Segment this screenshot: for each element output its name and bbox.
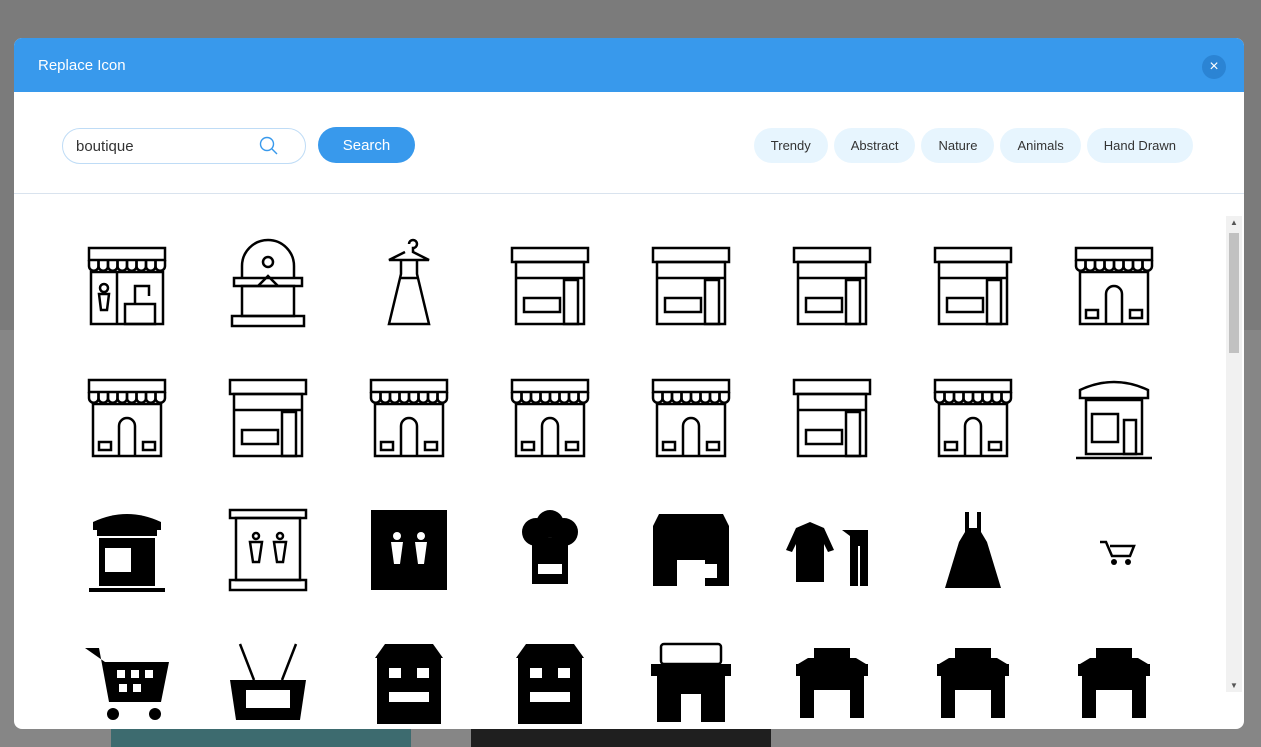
icon-option[interactable] <box>761 484 902 616</box>
scrollbar-thumb[interactable] <box>1229 233 1239 353</box>
market-stall-solid-icon <box>936 648 1009 718</box>
search-button[interactable]: Search <box>318 127 415 163</box>
icon-option[interactable] <box>197 352 338 484</box>
icon-option[interactable] <box>902 484 1043 616</box>
boutique-lamps-outline-icon <box>1075 380 1152 460</box>
store-solid-icon <box>652 514 729 586</box>
category-chips: Trendy Abstract Nature Animals Hand Draw… <box>753 128 1193 163</box>
kiosk-outline-icon <box>230 238 305 328</box>
cart-small-solid-icon <box>1099 540 1136 565</box>
icon-option[interactable] <box>338 484 479 616</box>
search-icon[interactable] <box>259 136 279 156</box>
boutique-lamps-solid-icon <box>88 514 165 592</box>
icon-option[interactable] <box>1043 220 1184 352</box>
dress-on-hanger-outline-icon <box>386 238 431 326</box>
store-front-outline-icon <box>510 246 589 326</box>
icon-option[interactable] <box>1043 352 1184 484</box>
store-awning-outline-icon <box>1074 246 1153 326</box>
search-toolbar: Search Trendy Abstract Nature Animals Ha… <box>14 92 1244 194</box>
icon-option[interactable] <box>620 616 761 729</box>
store-awning-outline-icon <box>933 378 1012 458</box>
icon-option[interactable] <box>56 220 197 352</box>
icon-option[interactable] <box>620 352 761 484</box>
icon-option[interactable] <box>902 616 1043 729</box>
icon-option[interactable] <box>338 352 479 484</box>
icon-option[interactable] <box>197 220 338 352</box>
icon-option[interactable] <box>1043 484 1184 616</box>
icon-option[interactable] <box>1043 616 1184 729</box>
mannequin-showcase-outline-icon <box>228 508 307 592</box>
icon-option[interactable] <box>56 616 197 729</box>
close-button[interactable]: × <box>1202 55 1226 79</box>
scrollbar[interactable]: ▲ ▼ <box>1226 216 1242 692</box>
icon-option[interactable] <box>479 616 620 729</box>
icon-option[interactable] <box>761 616 902 729</box>
boutique-store-outline-icon <box>87 246 166 326</box>
store-front-outline-icon <box>792 378 871 458</box>
shopping-cart-solid-icon <box>84 648 169 720</box>
chip-trendy[interactable]: Trendy <box>753 128 828 163</box>
store-sign-solid-icon <box>650 642 731 722</box>
chip-nature[interactable]: Nature <box>921 128 995 163</box>
building-solid-icon <box>515 644 584 724</box>
shopping-basket-solid-icon <box>229 643 306 720</box>
icon-option[interactable] <box>56 352 197 484</box>
icon-option[interactable] <box>620 484 761 616</box>
store-awning-outline-icon <box>87 378 166 458</box>
icon-option[interactable] <box>338 220 479 352</box>
icon-option[interactable] <box>902 220 1043 352</box>
store-awning-outline-icon <box>510 378 589 458</box>
store-awning-outline-icon <box>369 378 448 458</box>
icon-option[interactable] <box>620 220 761 352</box>
chef-hat-solid-icon <box>521 510 578 584</box>
icon-option[interactable] <box>197 484 338 616</box>
dialog-title: Replace Icon <box>38 57 126 74</box>
icon-option[interactable] <box>902 352 1043 484</box>
market-stall-solid-icon <box>1077 648 1150 718</box>
market-stall-solid-icon <box>795 648 868 718</box>
chip-abstract[interactable]: Abstract <box>833 128 916 163</box>
icon-option[interactable] <box>197 616 338 729</box>
store-front-outline-icon <box>792 246 871 326</box>
scroll-up-icon[interactable]: ▲ <box>1230 218 1238 227</box>
icon-grid <box>56 220 1216 729</box>
replace-icon-dialog: Replace Icon × Search Trendy Abstract Na… <box>14 38 1244 729</box>
chip-animals[interactable]: Animals <box>1000 128 1081 163</box>
icon-option[interactable] <box>479 352 620 484</box>
scroll-down-icon[interactable]: ▼ <box>1230 681 1238 690</box>
icon-option[interactable] <box>761 220 902 352</box>
store-front-outline-icon <box>933 246 1012 326</box>
icon-option[interactable] <box>479 220 620 352</box>
store-front-outline-icon <box>228 378 307 458</box>
close-icon: × <box>1209 58 1219 75</box>
clothes-hangers-solid-icon <box>785 522 868 586</box>
mannequin-showcase-solid-icon <box>370 510 447 590</box>
icon-option[interactable] <box>56 484 197 616</box>
store-awning-outline-icon <box>651 378 730 458</box>
dress-solid-icon <box>944 512 1001 588</box>
icon-option[interactable] <box>761 352 902 484</box>
icon-option[interactable] <box>338 616 479 729</box>
store-front-outline-icon <box>651 246 730 326</box>
icon-option[interactable] <box>479 484 620 616</box>
building-solid-icon <box>374 644 443 724</box>
chip-hand-drawn[interactable]: Hand Drawn <box>1086 128 1193 163</box>
dialog-header: Replace Icon × <box>14 38 1244 92</box>
